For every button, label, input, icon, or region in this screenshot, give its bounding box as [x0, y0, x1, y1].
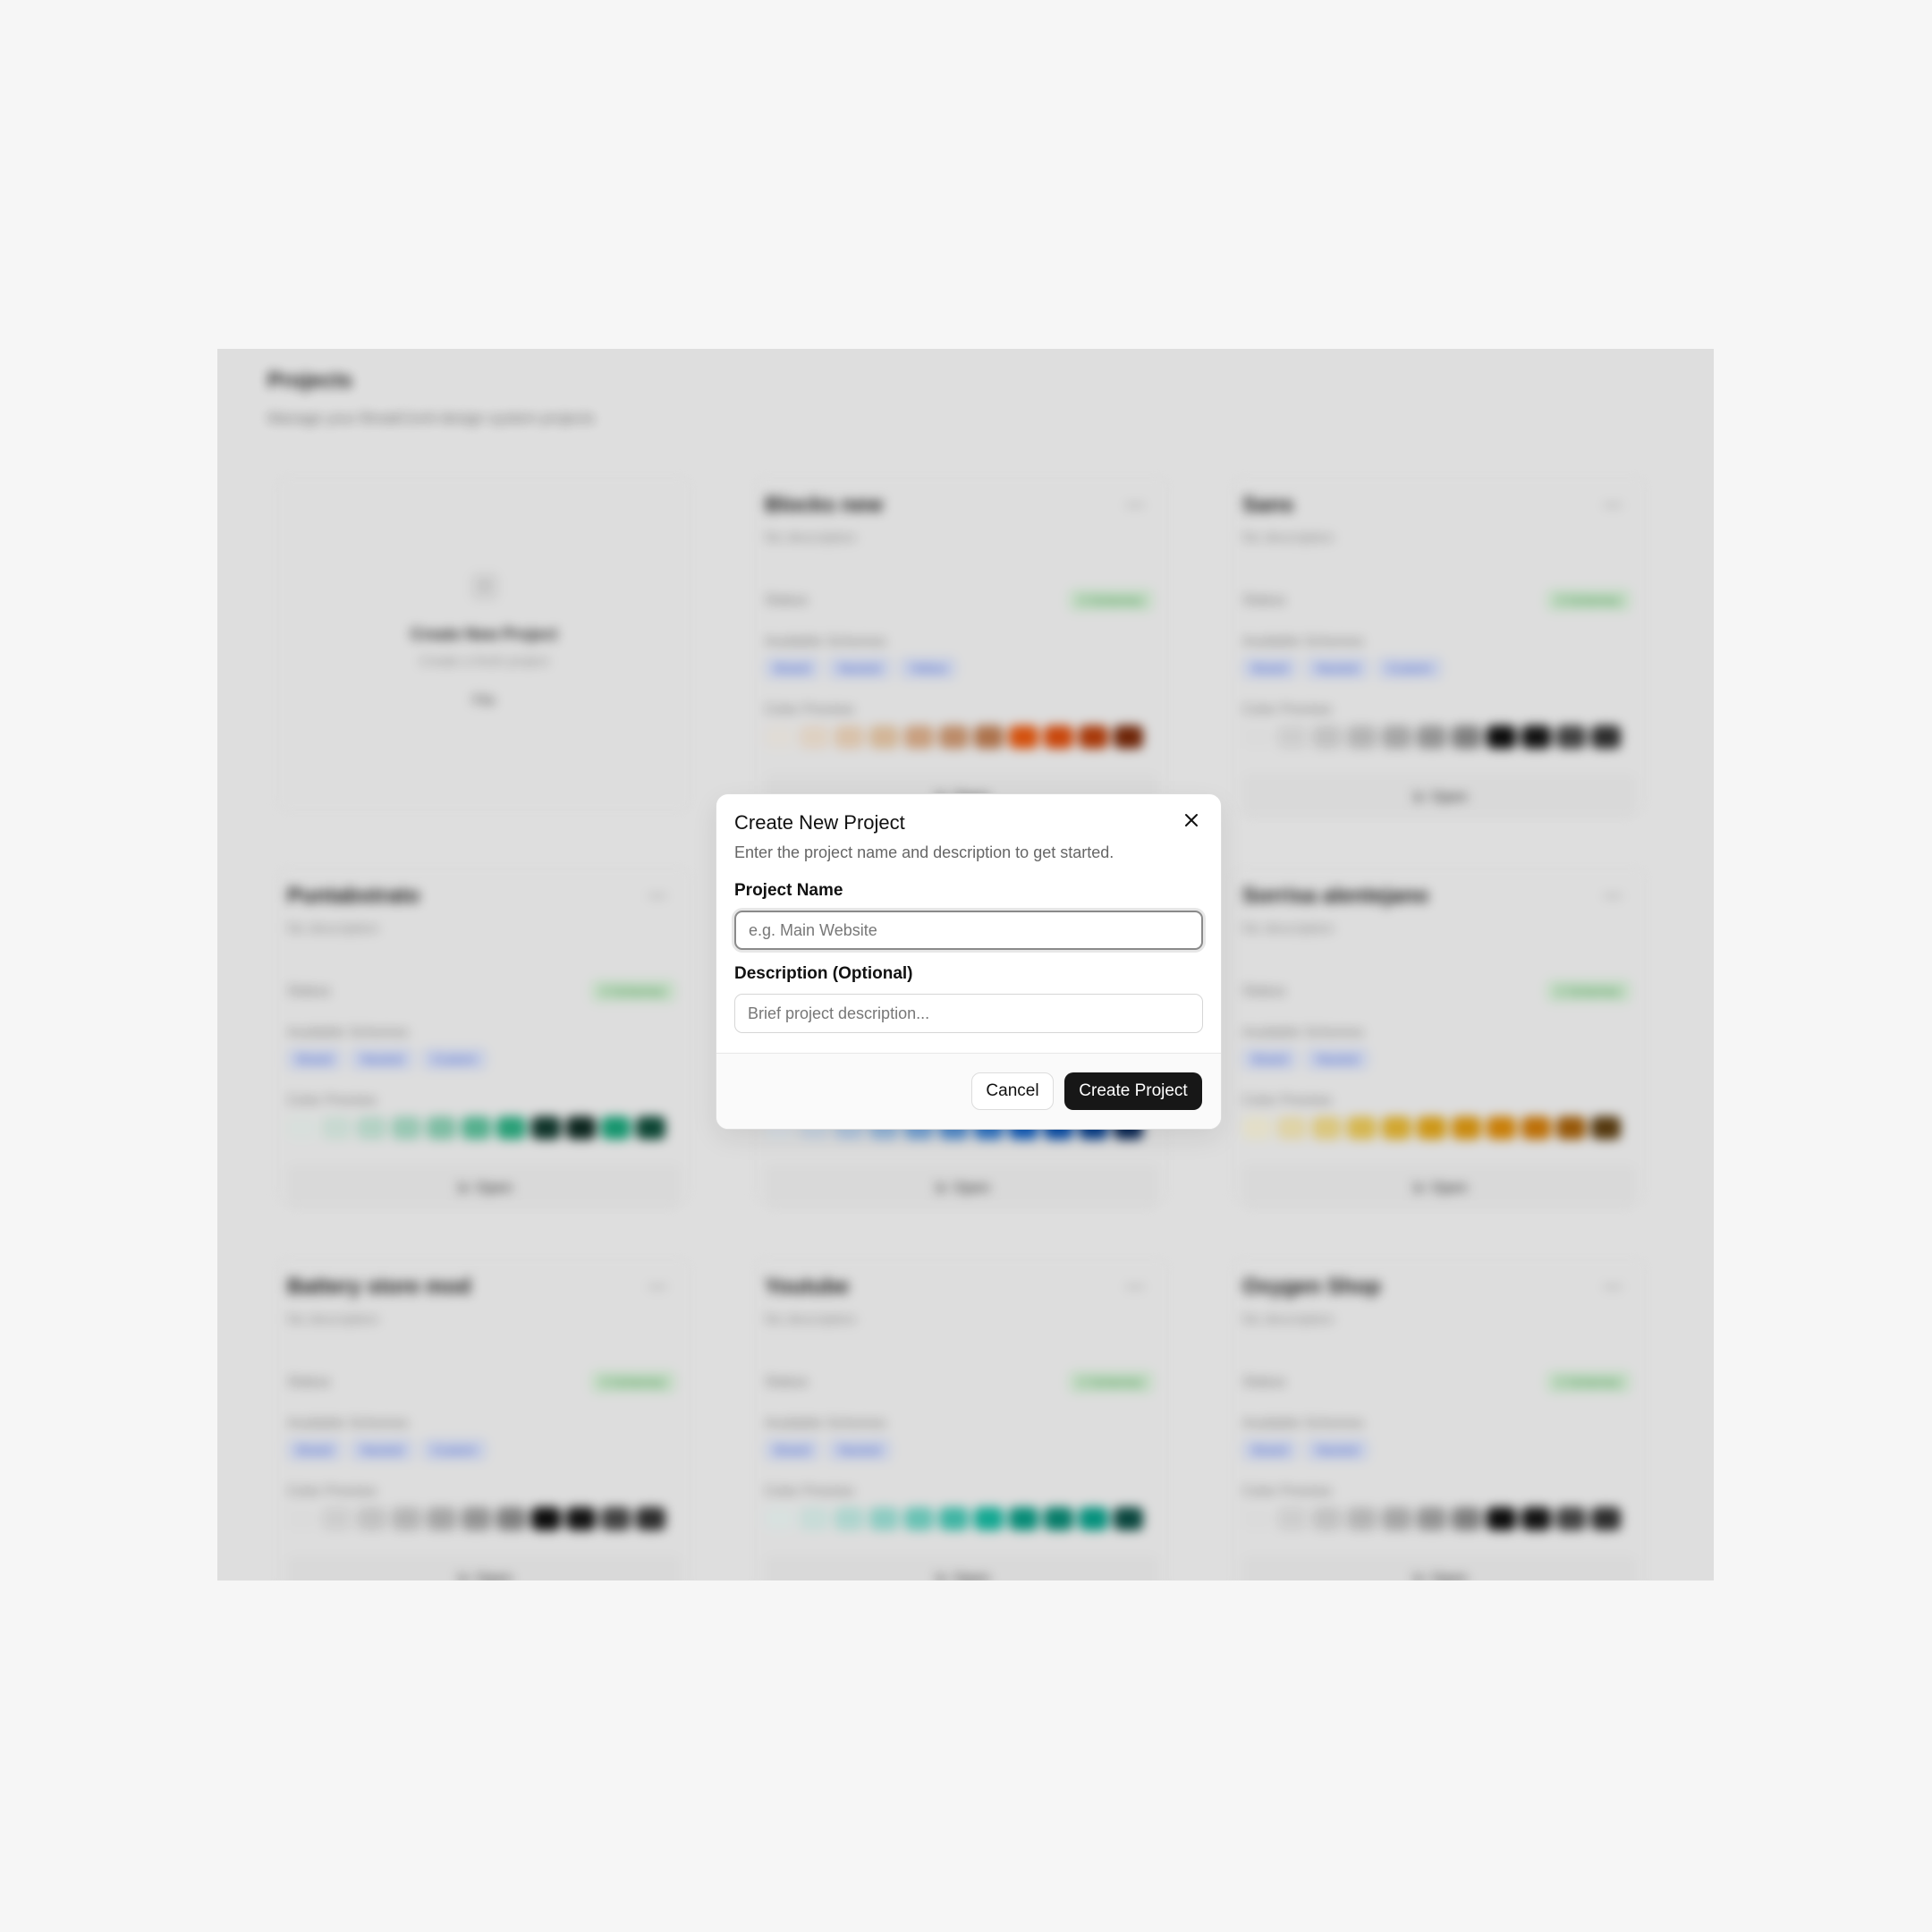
description-label: Description (Optional)	[734, 964, 913, 983]
create-project-button[interactable]: Create Project	[1064, 1072, 1202, 1110]
description-input[interactable]	[734, 994, 1203, 1033]
cancel-button[interactable]: Cancel	[971, 1072, 1054, 1110]
close-button[interactable]	[1180, 809, 1203, 832]
dialog-description: Enter the project name and description t…	[734, 843, 1114, 861]
project-name-label: Project Name	[734, 881, 843, 900]
close-icon	[1185, 814, 1198, 826]
dialog-footer: Cancel Create Project	[716, 1053, 1221, 1129]
project-name-input[interactable]	[734, 911, 1203, 950]
dialog-title: Create New Project	[734, 811, 905, 834]
create-project-dialog: Create New Project Enter the project nam…	[716, 793, 1222, 1130]
